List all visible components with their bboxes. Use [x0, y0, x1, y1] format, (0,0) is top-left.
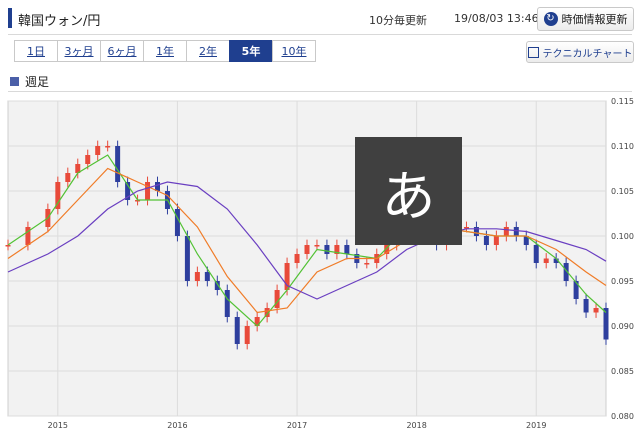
tab-6m[interactable]: 6ヶ月: [100, 40, 144, 62]
tab-1d[interactable]: 1日: [14, 40, 58, 62]
divider: [8, 91, 632, 92]
square-icon: [10, 77, 19, 86]
y-tick-label: 0.095: [611, 277, 634, 286]
candle: [105, 146, 111, 148]
candle: [364, 263, 370, 265]
y-tick-label: 0.105: [611, 187, 634, 196]
price-chart: 0.115 0.110 0.105 0.100 0.095 0.090 0.085 0.080…: [5, 97, 634, 430]
candle: [5, 245, 11, 247]
candle: [244, 326, 250, 344]
period-label: 週足: [25, 75, 50, 89]
page-title: 韓国ウォン/円: [18, 14, 101, 29]
candle: [513, 227, 519, 236]
candle: [204, 272, 210, 281]
y-tick-label: 0.085: [611, 367, 634, 376]
divider: [8, 34, 632, 35]
candle: [314, 245, 320, 247]
x-tick-label: 2018: [406, 421, 426, 430]
y-tick-label: 0.110: [611, 142, 634, 151]
candle: [593, 308, 599, 313]
candle: [543, 258, 549, 263]
candle: [603, 308, 609, 340]
candle: [294, 254, 300, 263]
x-tick-label: 2017: [287, 421, 307, 430]
technical-chart-label: テクニカルチャート: [542, 48, 633, 60]
y-tick-label: 0.090: [611, 322, 634, 331]
candle: [493, 236, 499, 245]
candle: [145, 182, 151, 200]
candle: [324, 245, 330, 254]
refresh-button[interactable]: ↻ 時価情報更新: [537, 7, 634, 31]
x-tick-label: 2019: [526, 421, 546, 430]
candle: [115, 146, 121, 182]
tab-10y[interactable]: 10年: [272, 40, 316, 62]
period-tabs: 1日 3ヶ月 6ヶ月 1年 2年 5年 10年: [14, 40, 316, 62]
candle: [224, 290, 230, 317]
candle: [483, 236, 489, 245]
timestamp: 19/08/03 13:46: [454, 12, 539, 25]
x-tick-label: 2016: [167, 421, 187, 430]
candle: [533, 245, 539, 263]
window-icon: [527, 46, 539, 58]
header: 韓国ウォン/円 10分毎更新 19/08/03 13:46 ↻ 時価情報更新: [0, 0, 640, 36]
candle: [174, 209, 180, 236]
period-heading: 週足: [10, 73, 49, 90]
candle: [85, 155, 91, 164]
candle: [194, 272, 200, 281]
candle: [344, 245, 350, 254]
update-frequency: 10分毎更新: [369, 14, 427, 27]
candle: [95, 146, 101, 155]
tab-1y[interactable]: 1年: [143, 40, 187, 62]
candle: [65, 173, 71, 182]
tab-3m[interactable]: 3ヶ月: [57, 40, 101, 62]
tab-2y[interactable]: 2年: [186, 40, 230, 62]
candle: [234, 317, 240, 344]
candle: [503, 227, 509, 236]
candle: [184, 236, 190, 281]
tab-5y[interactable]: 5年: [229, 40, 273, 62]
refresh-label: 時価情報更新: [561, 13, 628, 26]
y-tick-label: 0.080: [611, 412, 634, 421]
x-tick-label: 2015: [48, 421, 68, 430]
technical-chart-button[interactable]: テクニカルチャート: [526, 41, 634, 63]
candle: [304, 245, 310, 254]
title-accent-bar: [8, 8, 12, 28]
candle: [583, 299, 589, 313]
refresh-icon: ↻: [543, 12, 558, 26]
ime-indicator: あ: [355, 137, 462, 245]
y-tick-label: 0.100: [611, 232, 634, 241]
y-tick-label: 0.115: [611, 97, 634, 106]
